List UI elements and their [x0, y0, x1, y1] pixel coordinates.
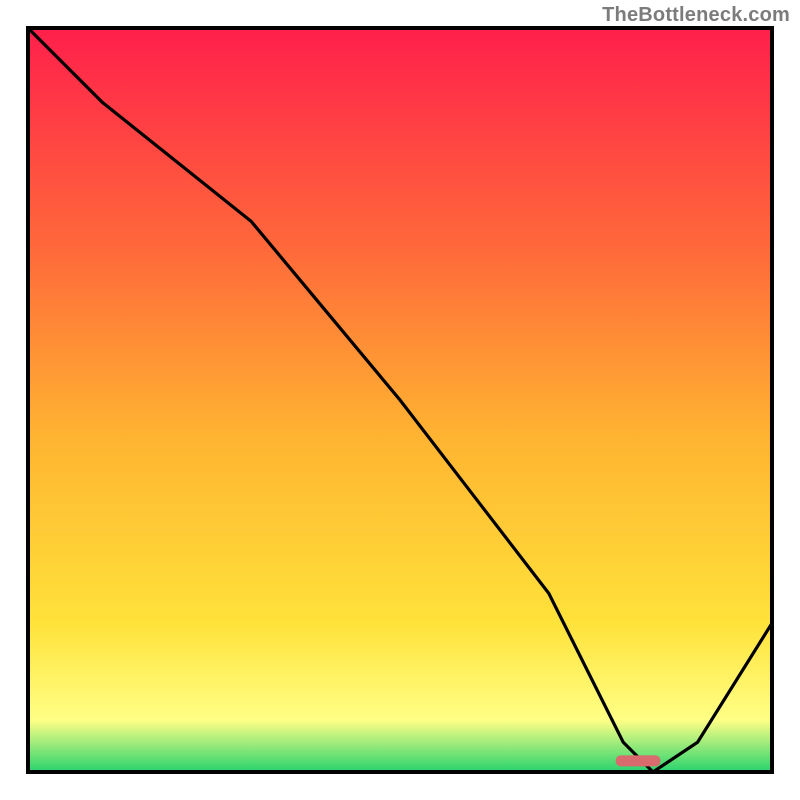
attribution-label: TheBottleneck.com	[602, 4, 790, 27]
chart-container: TheBottleneck.com	[0, 0, 800, 800]
optimal-marker	[616, 755, 661, 766]
bottleneck-chart	[0, 0, 800, 800]
